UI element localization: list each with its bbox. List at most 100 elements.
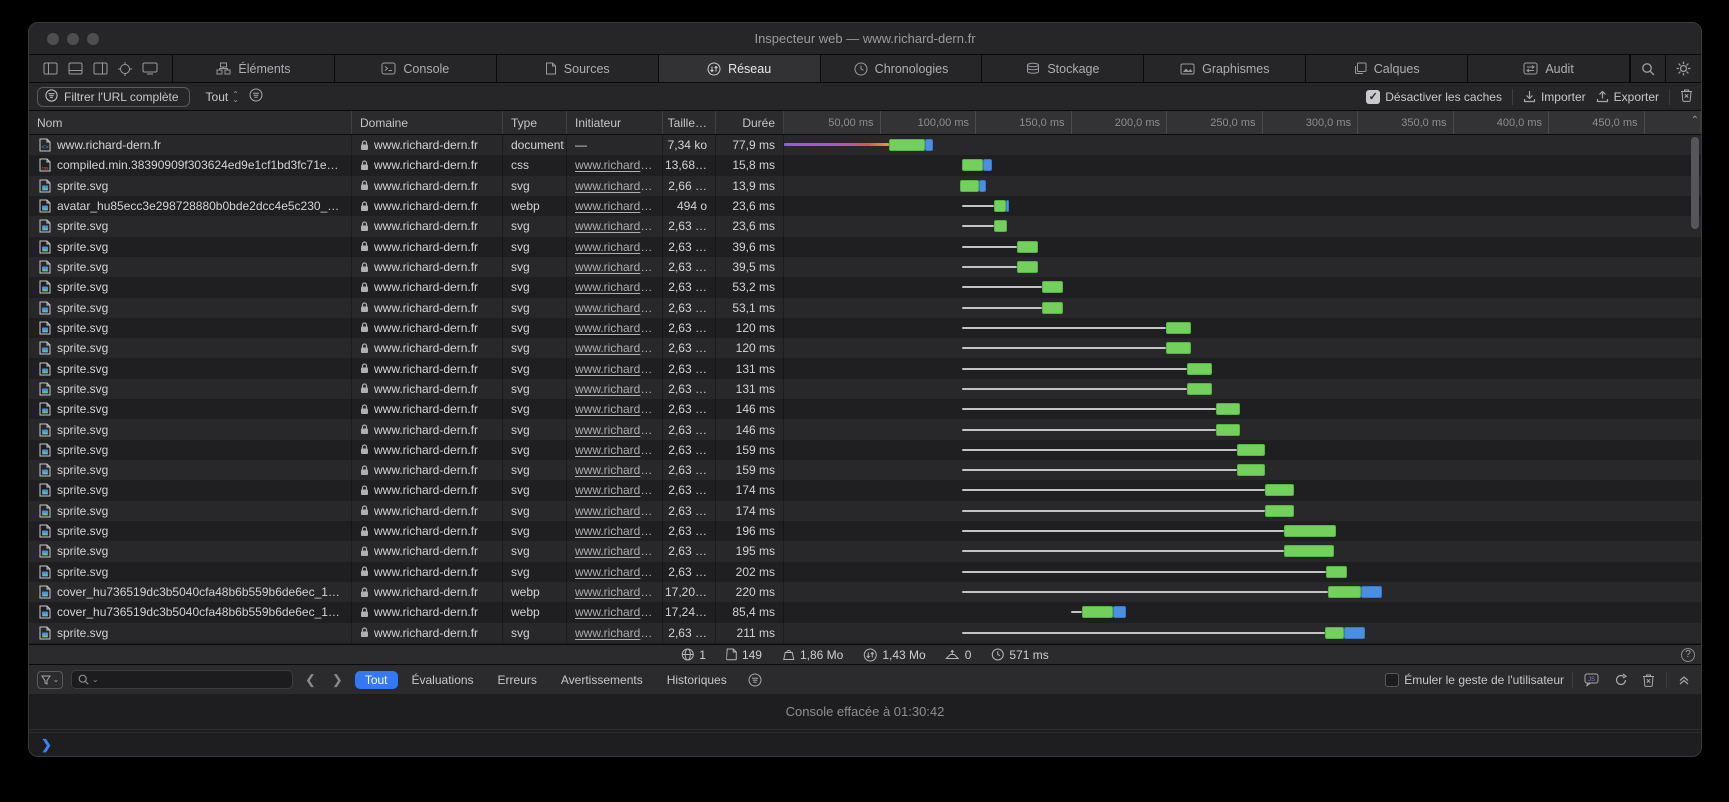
tab-audit[interactable]: Audit [1468,55,1630,82]
console-filter-avertissements[interactable]: Avertissements [551,671,653,689]
timeline-header[interactable]: 50,00 ms100,00 ms150,0 ms200,0 ms250,0 m… [784,111,1701,134]
request-row[interactable]: sprite.svgwww.richard-dern.frsvgwww.rich… [29,419,1701,439]
request-row[interactable]: csscompiled.min.38390909f303624ed9e1cf1b… [29,155,1701,175]
request-row[interactable]: cover_hu736519dc3b5040cfa48b6b559b6de6ec… [29,602,1701,622]
request-row[interactable]: sprite.svgwww.richard-dern.frsvgwww.rich… [29,480,1701,500]
request-row[interactable]: sprite.svgwww.richard-dern.frsvgwww.rich… [29,562,1701,582]
dock-left-icon[interactable] [43,62,58,75]
console-prompt[interactable]: ❯ [29,732,1701,756]
tab-console[interactable]: Console [335,55,497,82]
request-row[interactable]: sprite.svgwww.richard-dern.frsvgwww.rich… [29,521,1701,541]
column-header-domain[interactable]: Domaine [352,111,503,134]
initiator-link[interactable]: www.richard-d… [575,341,654,355]
reload-icon[interactable] [1611,673,1631,687]
request-row[interactable]: cover_hu736519dc3b5040cfa48b6b559b6de6ec… [29,582,1701,602]
import-button[interactable]: Importer [1523,90,1586,104]
initiator-link[interactable]: www.richard-d… [575,463,654,477]
column-header-duration[interactable]: Durée [716,111,784,134]
console-forward-button[interactable]: ❯ [328,672,347,688]
tab-reseau[interactable]: Réseau [659,55,821,82]
tab-sources[interactable]: Sources [497,55,659,82]
device-icon[interactable] [142,62,158,75]
initiator-link[interactable]: www.richard-d… [575,483,654,497]
initiator-link[interactable]: www.richard-d… [575,626,654,640]
initiator-link[interactable]: www.richard-d… [575,158,654,172]
request-row[interactable]: sprite.svgwww.richard-dern.frsvgwww.rich… [29,176,1701,196]
console-filter-funnel-button[interactable]: ⌄ [37,671,63,689]
request-row[interactable]: sprite.svgwww.richard-dern.frsvgwww.rich… [29,358,1701,378]
filter-url-button[interactable]: Filtrer l'URL complète [37,87,190,107]
request-row[interactable]: avatar_hu85ecc3e298728880b0bde2dcc4e5c23… [29,196,1701,216]
initiator-link[interactable]: www.richard-d… [575,260,654,274]
initiator-link[interactable]: www.richard-d… [575,605,654,619]
clear-console-trash-icon[interactable] [1639,673,1658,687]
request-row[interactable]: sprite.svgwww.richard-dern.frsvgwww.rich… [29,379,1701,399]
element-picker-icon[interactable] [118,62,132,76]
request-row[interactable]: sprite.svgwww.richard-dern.frsvgwww.rich… [29,399,1701,419]
initiator-link[interactable]: www.richard-d… [575,524,654,538]
disable-caches-checkbox[interactable]: ✓ [1366,90,1380,104]
initiator-link[interactable]: www.richard-d… [575,423,654,437]
disable-caches-control[interactable]: ✓ Désactiver les caches [1366,90,1502,104]
initiator-link[interactable]: www.richard-d… [575,321,654,335]
settings-gear-icon[interactable] [1665,55,1701,82]
request-row[interactable]: sprite.svgwww.richard-dern.frsvgwww.rich… [29,501,1701,521]
request-row[interactable]: sprite.svgwww.richard-dern.frsvgwww.rich… [29,623,1701,643]
column-header-name[interactable]: Nom [29,111,352,134]
zoom-window-button[interactable] [87,33,99,45]
emulate-user-gesture-checkbox[interactable] [1385,673,1399,687]
tab-stockage[interactable]: Stockage [982,55,1144,82]
scroll-top-chevron-icon[interactable]: ⌃ [1691,115,1699,126]
column-header-initiator[interactable]: Initiateur [567,111,663,134]
clear-network-trash-icon[interactable] [1680,88,1693,105]
initiator-link[interactable]: www.richard-d… [575,565,654,579]
request-row[interactable]: sprite.svgwww.richard-dern.frsvgwww.rich… [29,298,1701,318]
initiator-link[interactable]: www.richard-d… [575,443,654,457]
initiator-link[interactable]: www.richard-d… [575,362,654,376]
console-filter-historiques[interactable]: Historiques [657,671,737,689]
expand-console-chevrons-icon[interactable] [1675,674,1693,686]
initiator-link[interactable]: www.richard-d… [575,382,654,396]
request-row[interactable]: sprite.svgwww.richard-dern.frsvgwww.rich… [29,440,1701,460]
request-row[interactable]: sprite.svgwww.richard-dern.frsvgwww.rich… [29,216,1701,236]
console-search-field[interactable]: ⌄ [71,670,293,689]
initiator-link[interactable]: www.richard-d… [575,301,654,315]
console-filter-evaluations[interactable]: Évaluations [402,671,484,689]
resource-type-select[interactable]: Tout ⌃⌄ [206,90,239,104]
vertical-scrollbar-thumb[interactable] [1691,137,1699,229]
tab-graphismes[interactable]: Graphismes [1144,55,1306,82]
minimize-window-button[interactable] [67,33,79,45]
column-header-size[interactable]: Taille… [663,111,716,134]
js-context-bubble-icon[interactable]: JS [1581,673,1603,687]
request-row[interactable]: sprite.svgwww.richard-dern.frsvgwww.rich… [29,338,1701,358]
request-row[interactable]: sprite.svgwww.richard-dern.frsvgwww.rich… [29,237,1701,257]
initiator-link[interactable]: www.richard-d… [575,402,654,416]
request-row[interactable]: <>www.richard-dern.frwww.richard-dern.fr… [29,135,1701,155]
console-back-button[interactable]: ❮ [301,672,320,688]
initiator-link[interactable]: www.richard-d… [575,585,654,599]
help-button[interactable]: ? [1681,648,1695,662]
console-filter-options-icon[interactable] [745,673,765,687]
export-button[interactable]: Exporter [1596,90,1659,104]
initiator-link[interactable]: www.richard-d… [575,219,654,233]
initiator-link[interactable]: www.richard-d… [575,504,654,518]
initiator-link[interactable]: www.richard-d… [575,179,654,193]
tab-chronologies[interactable]: Chronologies [821,55,983,82]
console-filter-tout[interactable]: Tout [355,671,398,689]
filter-options-icon[interactable] [249,88,263,105]
initiator-link[interactable]: www.richard-d… [575,280,654,294]
close-window-button[interactable] [47,33,59,45]
initiator-link[interactable]: www.richard-d… [575,544,654,558]
inspector-search-button[interactable] [1630,55,1665,82]
request-row[interactable]: sprite.svgwww.richard-dern.frsvgwww.rich… [29,318,1701,338]
console-filter-erreurs[interactable]: Erreurs [488,671,547,689]
dock-bottom-icon[interactable] [68,62,83,75]
initiator-link[interactable]: www.richard-d… [575,199,654,213]
request-row[interactable]: sprite.svgwww.richard-dern.frsvgwww.rich… [29,257,1701,277]
request-row[interactable]: sprite.svgwww.richard-dern.frsvgwww.rich… [29,541,1701,561]
emulate-user-gesture-control[interactable]: Émuler le geste de l'utilisateur [1385,673,1564,687]
console-search-input[interactable] [102,673,286,687]
request-row[interactable]: sprite.svgwww.richard-dern.frsvgwww.rich… [29,277,1701,297]
initiator-link[interactable]: www.richard-d… [575,240,654,254]
request-row[interactable]: sprite.svgwww.richard-dern.frsvgwww.rich… [29,460,1701,480]
